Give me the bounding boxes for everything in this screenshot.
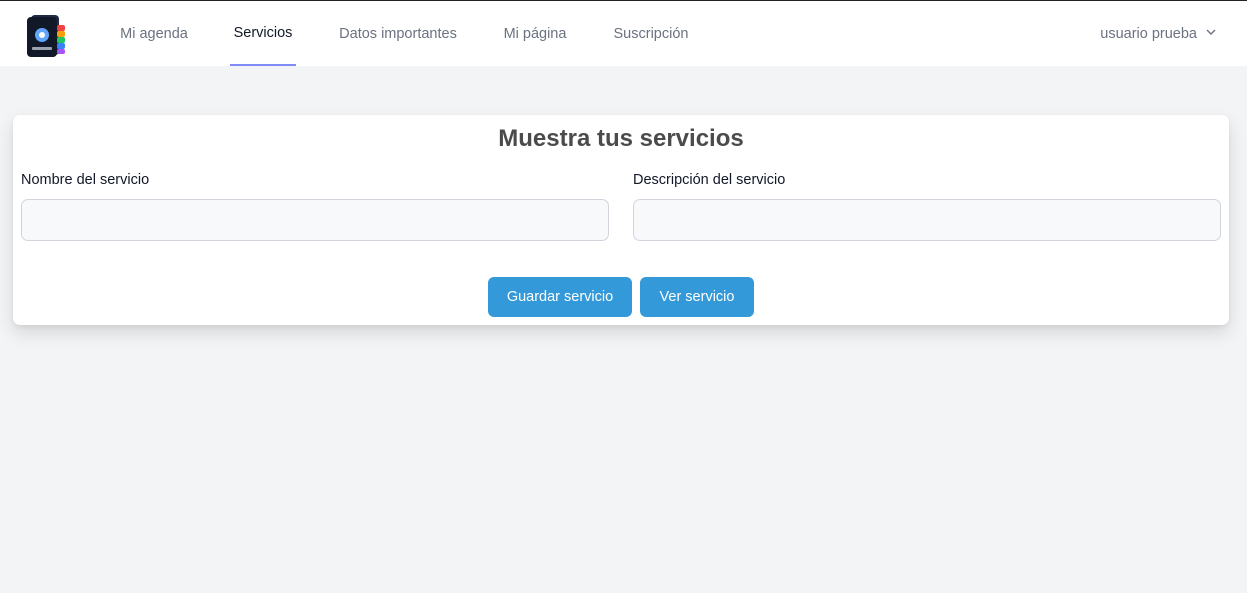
nav-item-mi-agenda[interactable]: Mi agenda: [114, 1, 194, 66]
user-menu[interactable]: usuario prueba: [1100, 1, 1217, 66]
nav-item-servicios[interactable]: Servicios: [230, 1, 296, 66]
main-nav: Mi agenda Servicios Datos importantes Mi…: [0, 1, 800, 66]
top-navbar: Mi agenda Servicios Datos importantes Mi…: [0, 1, 1247, 66]
nav-item-mi-pagina[interactable]: Mi página: [500, 1, 570, 66]
nav-item-suscripcion[interactable]: Suscripción: [608, 1, 694, 66]
service-name-label: Nombre del servicio: [21, 172, 150, 188]
user-name: usuario prueba: [1100, 25, 1197, 42]
page-title: Muestra tus servicios: [498, 125, 744, 152]
service-form-card: Muestra tus servicios Nombre del servici…: [13, 115, 1229, 325]
service-name-input[interactable]: [21, 199, 609, 241]
service-description-input[interactable]: [633, 199, 1221, 241]
chevron-down-icon: [1205, 26, 1217, 42]
save-service-button[interactable]: Guardar servicio: [488, 277, 632, 317]
view-service-button[interactable]: Ver servicio: [640, 277, 754, 317]
service-description-label: Descripción del servicio: [633, 172, 786, 188]
nav-item-datos-importantes[interactable]: Datos importantes: [334, 1, 462, 66]
